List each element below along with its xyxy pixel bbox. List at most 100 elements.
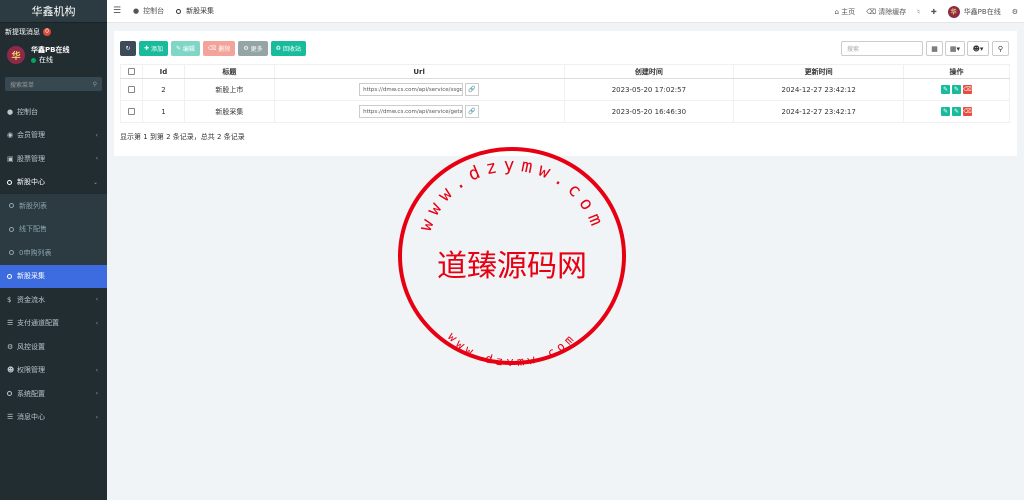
clear-cache-label: 清除缓存 [878,7,907,16]
search-icon: ⚲ [997,44,1004,53]
new-message-notice[interactable]: 新提现消息 0 [0,23,107,41]
column-header-updated[interactable]: 更新时间 [733,64,905,79]
home-link[interactable]: ⌂ 主页 [834,7,855,17]
table-row[interactable]: 1 新股采集 https://dmw.cs.com/api/service/ge… [120,100,1010,123]
more-button[interactable]: ⚙ 更多 [238,41,268,56]
sidebar-item-label: 支付通道配置 [17,319,59,328]
select-all-checkbox[interactable] [127,68,135,75]
sidebar-item-fund-flow[interactable]: $ 资金流水 ‹ [0,288,107,312]
url-input[interactable]: https://dmw.cs.com/api/service/getxl [359,105,464,118]
sidebar-item-risk-settings[interactable]: ⚙ 风控设置 [0,335,107,359]
add-label: 添加 [150,46,163,53]
row-delete-button[interactable]: ⌫ [963,85,973,94]
avatar: 华 [7,46,25,64]
sidebar-item-message-center[interactable]: ☰ 消息中心 ‹ [0,406,107,430]
row-checkbox[interactable] [127,108,135,115]
table-header-row: Id 标题 Url 创建时间 更新时间 操作 [120,64,1010,79]
table-row[interactable]: 2 新股上市 https://dmw.cs.com/api/service/ss… [120,78,1010,101]
row-select-cell[interactable] [120,78,143,101]
export-button[interactable]: ☻▾ [967,41,989,56]
edit-label: 编辑 [182,46,195,53]
pagination-summary: 显示第 1 到第 2 条记录，总共 2 条记录 [120,133,245,141]
row-edit-button[interactable]: ✎ [952,107,962,116]
sidebar-search-input[interactable]: 搜索菜单 ⚲ [5,77,102,91]
stamp-top-arc-text: www.dzymw.com [415,155,609,234]
column-header-url[interactable]: Url [273,64,565,79]
header-actions: ⌂ 主页 ⌫ 清除缓存 ♮ ✚ 华 华鑫PB在线 ⚙ [834,0,1018,23]
dashboard-icon: ● [7,107,14,116]
sidebar-item-zero-subscription[interactable]: 0申购列表 [0,241,107,265]
circle-icon [9,203,14,209]
circle-icon [7,179,12,185]
row-drag-button[interactable]: ✎ [941,107,951,116]
brand-logo[interactable]: 华鑫机构 [0,0,107,23]
url-input[interactable]: https://dmw.cs.com/api/service/ssgc [359,83,464,96]
tab-dashboard[interactable]: ● 控制台 [127,0,170,23]
sidebar-item-payment-channel[interactable]: ☰ 支付通道配置 ‹ [0,312,107,336]
chevron-down-icon: ⌄ [92,178,98,186]
circle-icon [7,273,12,279]
sidebar-item-ipo-list[interactable]: 新股列表 [0,194,107,218]
stamp-center-text: 道臻源码网 [437,249,587,284]
column-header-created[interactable]: 创建时间 [563,64,735,79]
search-toggle-button[interactable]: ⚲ [992,41,1009,56]
sidebar-item-permissions[interactable]: ☻ 权限管理 ‹ [0,359,107,383]
pencil-icon: ✎ [943,108,949,115]
sidebar-item-dashboard[interactable]: ● 控制台 [0,100,107,124]
chevron-left-icon: ‹ [95,413,98,421]
menu-toggle-icon[interactable]: ☰ [107,6,127,16]
cell-title: 新股上市 [183,78,275,101]
top-header: ☰ ● 控制台 新股采集 ⌂ 主页 ⌫ 清除缓存 ♮ ✚ 华 华鑫PB在线 ⚙ [107,0,1024,23]
translate-icon[interactable]: ♮ [917,8,920,16]
sidebar-item-offline-placement[interactable]: 线下配售 [0,217,107,241]
fullscreen-icon[interactable]: ✚ [931,8,937,16]
row-select-cell[interactable] [120,100,143,123]
row-edit-button[interactable]: ✎ [952,85,962,94]
toolbar: ↻ ✚ 添加 ✎ 编辑 ⌫ 删除 ⚙ 更多 ♻ 回收站 [120,41,306,56]
columns-button[interactable]: ▦▾ [945,41,965,56]
row-drag-button[interactable]: ✎ [941,85,951,94]
sidebar-item-members[interactable]: ◉ 会员管理 ‹ [0,124,107,148]
sidebar-item-label: 权限管理 [17,366,45,375]
recycle-bin-button[interactable]: ♻ 回收站 [270,41,306,56]
sidebar-item-stocks[interactable]: ▣ 股票管理 ‹ [0,147,107,171]
link-icon: 🔗 [468,86,476,93]
delete-button[interactable]: ⌫ 删除 [202,41,236,56]
column-header-id[interactable]: Id [141,64,185,79]
sidebar-item-label: 控制台 [17,107,38,116]
header-user[interactable]: 华 华鑫PB在线 [947,5,1001,18]
open-link-button[interactable]: 🔗 [465,83,480,96]
clear-cache-link[interactable]: ⌫ 清除缓存 [866,7,906,17]
row-checkbox[interactable] [127,86,135,93]
table-search-input[interactable]: 搜索 [841,41,923,56]
chevron-left-icon: ‹ [95,319,98,327]
sidebar: 华鑫机构 新提现消息 0 华 华鑫PB在线 在线 搜索菜单 ⚲ ● 控制台 ◉ … [0,0,107,500]
sidebar-item-system-config[interactable]: 系统配置 ‹ [0,382,107,406]
search-icon[interactable]: ⚲ [93,81,97,88]
select-all-cell[interactable] [120,64,143,79]
edit-button[interactable]: ✎ 编辑 [170,41,200,56]
home-icon: ⌂ [834,7,839,16]
export-icon: ☻▾ [972,44,984,53]
delete-label: 删除 [218,46,231,53]
tab-ipo-collect[interactable]: 新股采集 [170,0,220,23]
table-view-icon: ▦ [931,44,938,53]
column-header-title[interactable]: 标题 [183,64,275,79]
sidebar-item-ipo-center[interactable]: 新股中心 ⌄ [0,171,107,195]
bank-icon: ▣ [7,154,14,163]
toggle-view-button[interactable]: ▦ [926,41,943,56]
pencil-icon: ✎ [954,108,960,115]
open-link-button[interactable]: 🔗 [465,105,480,118]
header-user-label: 华鑫PB在线 [963,7,1001,16]
tab-label: 控制台 [143,7,165,15]
cell-id: 2 [141,78,185,101]
column-header-actions: 操作 [903,64,1010,79]
add-button[interactable]: ✚ 添加 [139,41,168,56]
more-label: 更多 [250,46,263,53]
settings-icon[interactable]: ⚙ [1012,8,1018,16]
home-label: 主页 [841,7,856,16]
cell-id: 1 [141,100,185,123]
refresh-button[interactable]: ↻ [120,41,136,56]
row-delete-button[interactable]: ⌫ [963,107,973,116]
sidebar-item-ipo-collect[interactable]: 新股采集 [0,264,107,288]
